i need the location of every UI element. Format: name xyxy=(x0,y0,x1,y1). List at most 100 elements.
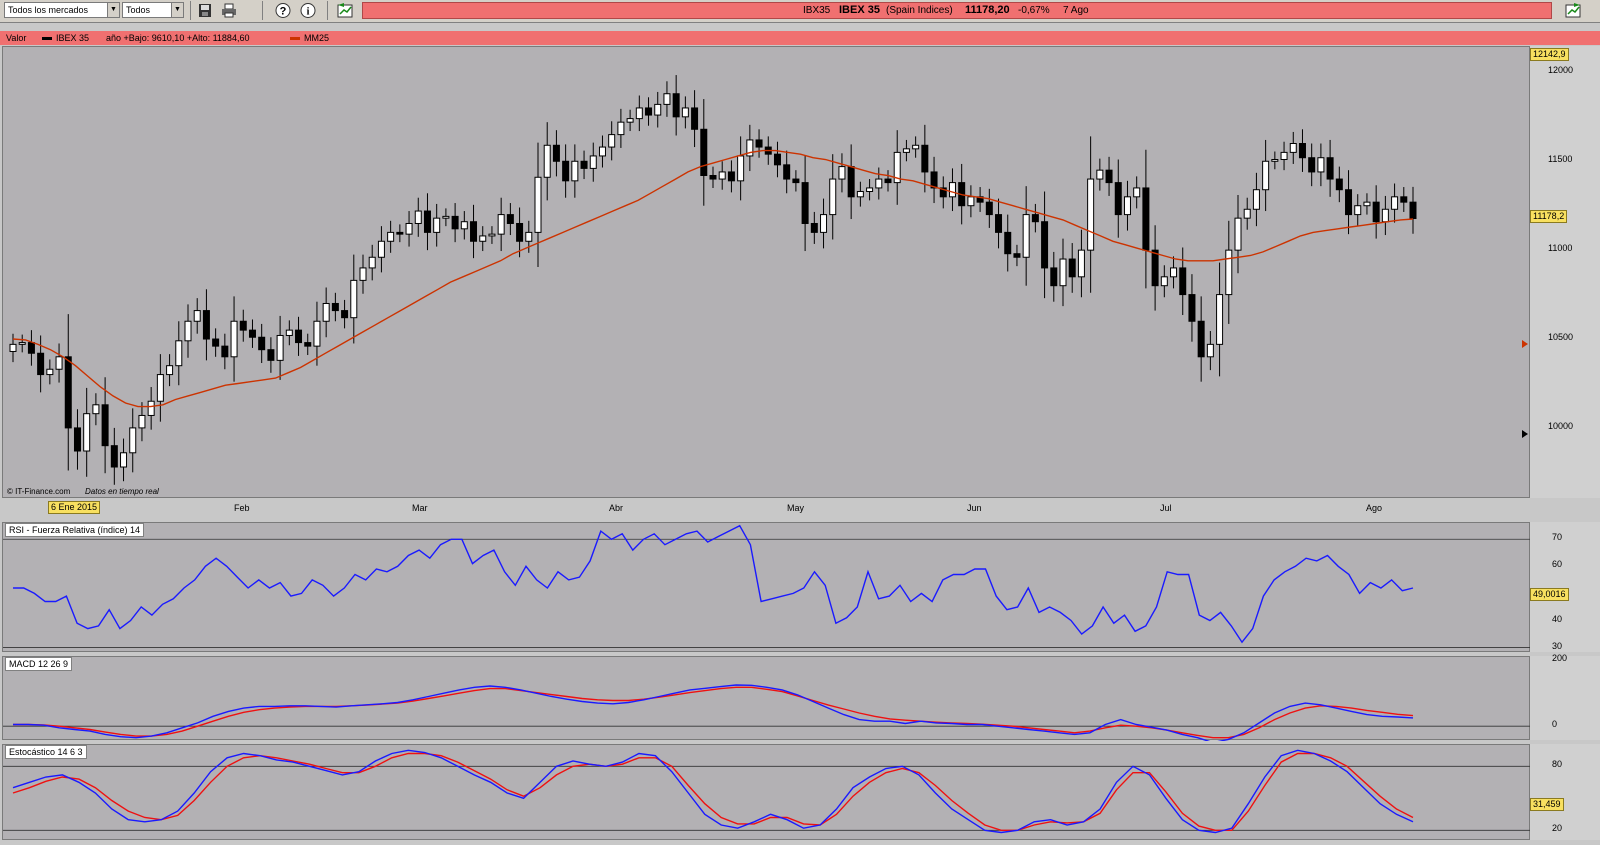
candle-body xyxy=(1372,201,1380,223)
candle-body xyxy=(1216,294,1224,345)
rsi-title: RSI - Fuerza Relativa (índice) 14 xyxy=(5,523,145,537)
candle-body xyxy=(193,310,201,322)
macd-line xyxy=(13,684,1414,741)
top-value-label: 12142,9 xyxy=(1530,48,1569,61)
candle-body xyxy=(202,310,210,340)
stoch-y-tick: 20 xyxy=(1552,823,1563,834)
svg-text:?: ? xyxy=(280,6,287,18)
rsi-y-tick: 30 xyxy=(1552,640,1563,651)
macd-title: MACD 12 26 9 xyxy=(5,657,73,671)
candle-body xyxy=(1087,178,1095,251)
candle-body xyxy=(359,267,367,281)
candle-body xyxy=(902,148,910,153)
candle-body xyxy=(46,368,54,376)
candle-body xyxy=(1022,214,1030,258)
candle-body xyxy=(884,178,892,184)
candle-body xyxy=(377,240,385,258)
ma25-line xyxy=(12,149,1414,408)
last-value-label: 11178,2 xyxy=(1530,210,1568,223)
type-select-value: Todos xyxy=(126,5,151,15)
x-tick-label: Abr xyxy=(609,503,624,513)
candle-body xyxy=(1114,182,1122,216)
type-select[interactable]: Todos ▼ xyxy=(122,2,184,18)
rsi-value-label: 49,0016 xyxy=(1530,588,1569,601)
candle-body xyxy=(1391,196,1399,210)
candle-body xyxy=(838,166,846,180)
candle-body xyxy=(138,414,146,429)
svg-text:i: i xyxy=(307,7,310,18)
chart-forward-icon[interactable] xyxy=(1564,2,1582,19)
ticker-date: 7 Ago xyxy=(1063,5,1089,16)
macd-plot-area[interactable]: MACD 12 26 9 xyxy=(2,656,1531,741)
printer-icon[interactable] xyxy=(220,2,238,19)
rsi-y-tick: 40 xyxy=(1552,613,1563,624)
ma-marker-icon xyxy=(1522,340,1528,348)
market-select[interactable]: Todos los mercados ▼ xyxy=(4,2,120,18)
candle-body xyxy=(1170,267,1178,278)
candle-body xyxy=(414,210,422,224)
candle-body xyxy=(1013,253,1021,258)
y-tick-label: 11500 xyxy=(1548,154,1573,165)
header-series: IBEX 35 xyxy=(56,33,90,43)
price-plot-area[interactable]: © IT-Finance.com Datos en tiempo real xyxy=(2,46,1530,498)
candle-body xyxy=(37,352,45,376)
rsi-y-axis: 70 60 40 30 49,0016 xyxy=(1530,522,1600,652)
candle-body xyxy=(83,413,91,452)
macd-y-tick: 0 xyxy=(1552,719,1558,730)
floppy-disk-icon[interactable] xyxy=(196,2,214,19)
candle-body xyxy=(1234,217,1242,251)
ticker-price: 11178,20 xyxy=(965,4,1010,16)
candle-body xyxy=(967,196,975,207)
candle-body xyxy=(1317,157,1325,173)
candle-body xyxy=(801,182,809,224)
x-tick-label: Feb xyxy=(234,503,250,513)
candle-body xyxy=(1363,201,1371,207)
candle-body xyxy=(534,176,542,233)
toolbar-divider xyxy=(327,1,328,20)
candle-body xyxy=(727,171,735,182)
candle-body xyxy=(451,215,459,230)
candle-body xyxy=(875,178,883,189)
candle-body xyxy=(341,310,349,319)
macd-y-axis: 200 0 xyxy=(1530,653,1600,740)
x-tick-label: Ago xyxy=(1366,503,1383,513)
candle-body xyxy=(525,231,533,242)
chevron-down-icon[interactable]: ▼ xyxy=(107,3,119,17)
candle-body xyxy=(589,155,597,169)
candle-body xyxy=(1096,169,1104,180)
chevron-down-icon[interactable]: ▼ xyxy=(171,3,183,17)
candle-body xyxy=(497,214,505,235)
candle-body xyxy=(55,356,63,370)
stoch-title: Estocástico 14 6 3 xyxy=(5,745,87,759)
rsi-plot-area[interactable]: RSI - Fuerza Relativa (índice) 14 xyxy=(2,522,1531,652)
main-panel-header: Valor IBEX 35 año +Bajo: 9610,10 +Alto: … xyxy=(0,31,1600,45)
candle-body xyxy=(1271,158,1279,162)
candle-body xyxy=(479,235,487,242)
toolbar-divider xyxy=(262,1,263,20)
market-select-value: Todos los mercados xyxy=(8,5,89,15)
series-swatch xyxy=(42,37,52,40)
x-tick-label: Jul xyxy=(1160,503,1172,513)
candle-body xyxy=(755,139,763,148)
candle-body xyxy=(18,342,26,345)
candle-body xyxy=(691,107,699,130)
candle-body xyxy=(1068,258,1076,278)
stoch-d-line xyxy=(12,752,1414,832)
ticker-market: (Spain Indices) xyxy=(886,5,953,16)
stoch-plot-area[interactable]: Estocástico 14 6 3 xyxy=(2,744,1531,840)
candle-body xyxy=(506,214,514,224)
y-tick-label: 12000 xyxy=(1548,65,1574,76)
question-icon[interactable]: ? xyxy=(274,2,292,19)
candle-body xyxy=(1041,221,1049,269)
stochastic-chart xyxy=(3,749,1531,834)
candle-body xyxy=(1345,189,1353,216)
candle-body xyxy=(368,256,376,269)
info-icon[interactable]: i xyxy=(299,2,317,19)
candle-body xyxy=(239,320,247,331)
candle-body xyxy=(147,400,155,416)
rsi-chart xyxy=(3,524,1531,648)
candle-body xyxy=(433,217,441,233)
chart-back-icon[interactable] xyxy=(336,2,354,19)
candle-body xyxy=(101,404,109,447)
candle-body xyxy=(866,187,874,192)
